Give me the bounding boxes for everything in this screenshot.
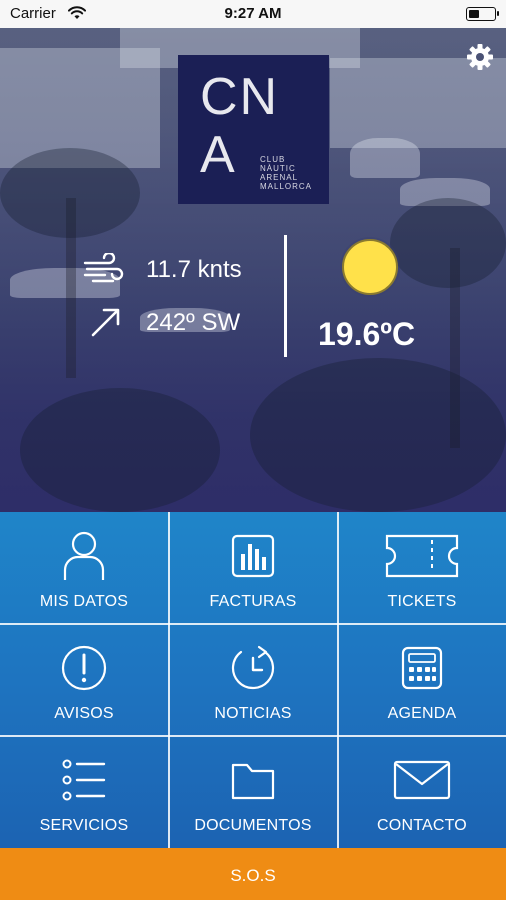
mail-icon [393, 760, 451, 800]
status-bar: Carrier 9:27 AM [0, 0, 506, 28]
calendar-icon [401, 646, 443, 690]
menu-servicios[interactable]: SERVICIOS [0, 736, 168, 847]
grid-divider [168, 512, 170, 848]
history-icon [231, 645, 275, 690]
alert-icon [61, 645, 107, 691]
grid-divider [0, 735, 506, 737]
sos-button[interactable]: S.O.S [0, 848, 506, 900]
user-icon [63, 531, 105, 580]
wind-direction-arrow-icon [91, 308, 120, 337]
menu-mis-datos[interactable]: MIS DATOS [0, 512, 168, 623]
menu-label: MIS DATOS [39, 593, 129, 610]
wind-direction: 242º SW [146, 309, 241, 336]
menu-label: FACTURAS [209, 593, 297, 610]
menu-documentos[interactable]: DOCUMENTOS [169, 736, 337, 847]
gear-icon[interactable] [465, 42, 495, 72]
logo-subtitle: CLUB NÀUTIC ARENAL MALLORCA [260, 155, 313, 191]
menu-label: CONTACTO [377, 817, 467, 834]
folder-icon [231, 763, 275, 800]
menu-label: NOTICIAS [214, 705, 292, 722]
wind-speed: 11.7 knts [146, 256, 242, 283]
menu-label: TICKETS [387, 593, 457, 610]
sun-icon [340, 237, 400, 297]
grid-divider [337, 512, 339, 848]
menu-agenda[interactable]: AGENDA [338, 624, 506, 735]
menu-facturas[interactable]: FACTURAS [169, 512, 337, 623]
menu-avisos[interactable]: AVISOS [0, 624, 168, 735]
menu-grid: MIS DATOS FACTURAS TICKETS AVISOS NOTICI… [0, 512, 506, 848]
weather-divider [284, 235, 287, 357]
list-icon [62, 759, 106, 801]
grid-divider [0, 623, 506, 625]
menu-tickets[interactable]: TICKETS [338, 512, 506, 623]
ticket-icon [385, 534, 459, 578]
club-logo: CN A CLUB NÀUTIC ARENAL MALLORCA [178, 55, 329, 204]
menu-label: AGENDA [387, 705, 457, 722]
battery-icon [466, 7, 499, 21]
wind-icon [83, 253, 124, 283]
temperature: 19.6ºC [318, 316, 416, 352]
menu-noticias[interactable]: NOTICIAS [169, 624, 337, 735]
bar-chart-icon [231, 534, 275, 578]
menu-label: SERVICIOS [39, 817, 129, 834]
menu-label: DOCUMENTOS [194, 817, 312, 834]
menu-label: AVISOS [54, 705, 114, 722]
clock: 9:27 AM [224, 5, 282, 22]
menu-contacto[interactable]: CONTACTO [338, 736, 506, 847]
